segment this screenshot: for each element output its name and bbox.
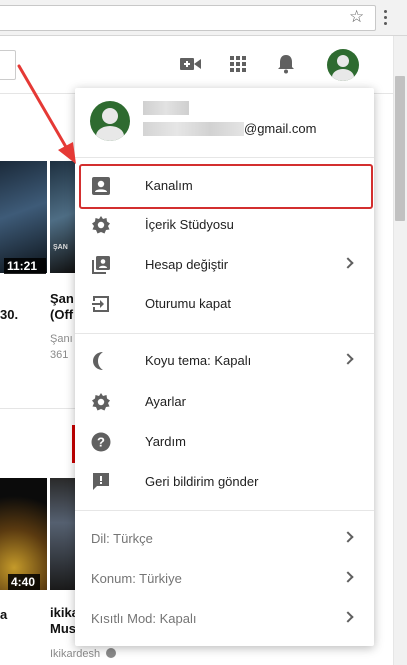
apps-grid-icon[interactable] xyxy=(230,56,246,72)
video-title[interactable]: a xyxy=(0,607,7,623)
menu-item-label: Koyu tema: Kapalı xyxy=(145,353,252,368)
menu-item-label: Dil: Türkçe xyxy=(91,531,153,546)
moon-icon xyxy=(93,352,103,370)
switch-account-icon xyxy=(92,256,110,274)
sign-out-icon xyxy=(92,296,109,312)
page-scrollbar[interactable] xyxy=(393,36,407,665)
menu-item-label: Konum: Türkiye xyxy=(91,571,182,586)
kebab-menu-icon[interactable] xyxy=(384,10,388,26)
chevron-right-icon xyxy=(342,257,354,269)
menu-item-switch-account[interactable]: Hesap değiştir xyxy=(75,245,374,285)
menu-item-help[interactable]: ? Yardım xyxy=(75,422,374,462)
email-redacted xyxy=(143,122,244,136)
menu-item-sign-out[interactable]: Oturumu kapat xyxy=(75,284,374,324)
address-bar[interactable] xyxy=(0,5,376,31)
thumbnail-text: ŞAN xyxy=(53,244,68,251)
bell-icon[interactable] xyxy=(277,54,295,74)
account-name-redacted xyxy=(143,101,189,115)
menu-item-label: Geri bildirim gönder xyxy=(145,474,259,489)
video-channel: Ikikardesh xyxy=(50,646,117,662)
menu-item-settings[interactable]: Ayarlar xyxy=(75,382,374,422)
menu-item-label: İçerik Stüdyosu xyxy=(145,217,234,232)
chevron-right-icon xyxy=(342,353,354,365)
video-camera-icon[interactable] xyxy=(180,56,202,72)
gear-icon xyxy=(92,216,110,234)
video-meta: Şanı 361 xyxy=(50,333,73,361)
menu-item-label: Kısıtlı Mod: Kapalı xyxy=(91,611,197,626)
chevron-right-icon xyxy=(342,531,354,543)
menu-item-label: Yardım xyxy=(145,434,186,449)
menu-item-location[interactable]: Konum: Türkiye xyxy=(75,559,374,599)
menu-item-label: Hesap değiştir xyxy=(145,257,229,272)
account-avatar[interactable] xyxy=(327,49,359,81)
help-icon: ? xyxy=(91,432,111,452)
svg-text:?: ? xyxy=(97,435,105,450)
menu-item-language[interactable]: Dil: Türkçe xyxy=(75,519,374,559)
video-thumbnail[interactable] xyxy=(50,478,75,590)
video-duration: 4:40 xyxy=(8,574,40,590)
menu-item-label: Oturumu kapat xyxy=(145,296,231,311)
menu-item-restricted-mode[interactable]: Kısıtlı Mod: Kapalı xyxy=(75,599,374,639)
star-icon[interactable]: ☆ xyxy=(349,8,364,26)
account-header: @gmail.com xyxy=(75,88,374,158)
video-thumbnail[interactable] xyxy=(0,161,47,273)
highlight-box xyxy=(79,164,373,209)
menu-divider xyxy=(75,333,374,334)
feedback-icon xyxy=(93,473,109,490)
menu-item-send-feedback[interactable]: Geri bildirim gönder xyxy=(75,462,374,502)
video-thumbnail[interactable]: ŞAN xyxy=(50,161,75,273)
browser-toolbar: ☆ xyxy=(0,0,407,36)
menu-item-label: Ayarlar xyxy=(145,394,186,409)
verified-icon xyxy=(106,648,117,658)
video-title[interactable]: 30. xyxy=(0,307,18,323)
account-email: @gmail.com xyxy=(244,121,317,136)
video-duration: 11:21 xyxy=(4,258,46,274)
video-title[interactable]: Şan (Off xyxy=(50,291,74,323)
chevron-right-icon xyxy=(342,571,354,583)
search-input[interactable] xyxy=(0,50,16,80)
menu-item-creator-studio[interactable]: İçerik Stüdyosu xyxy=(75,205,374,245)
chevron-right-icon xyxy=(342,611,354,623)
account-avatar-large xyxy=(90,101,130,141)
youtube-header xyxy=(0,36,393,94)
menu-item-dark-theme[interactable]: Koyu tema: Kapalı xyxy=(75,341,374,381)
scrollbar-thumb[interactable] xyxy=(395,76,405,221)
gear-icon xyxy=(92,393,110,411)
channel-name: Ikikardesh xyxy=(50,648,101,660)
menu-divider xyxy=(75,510,374,511)
